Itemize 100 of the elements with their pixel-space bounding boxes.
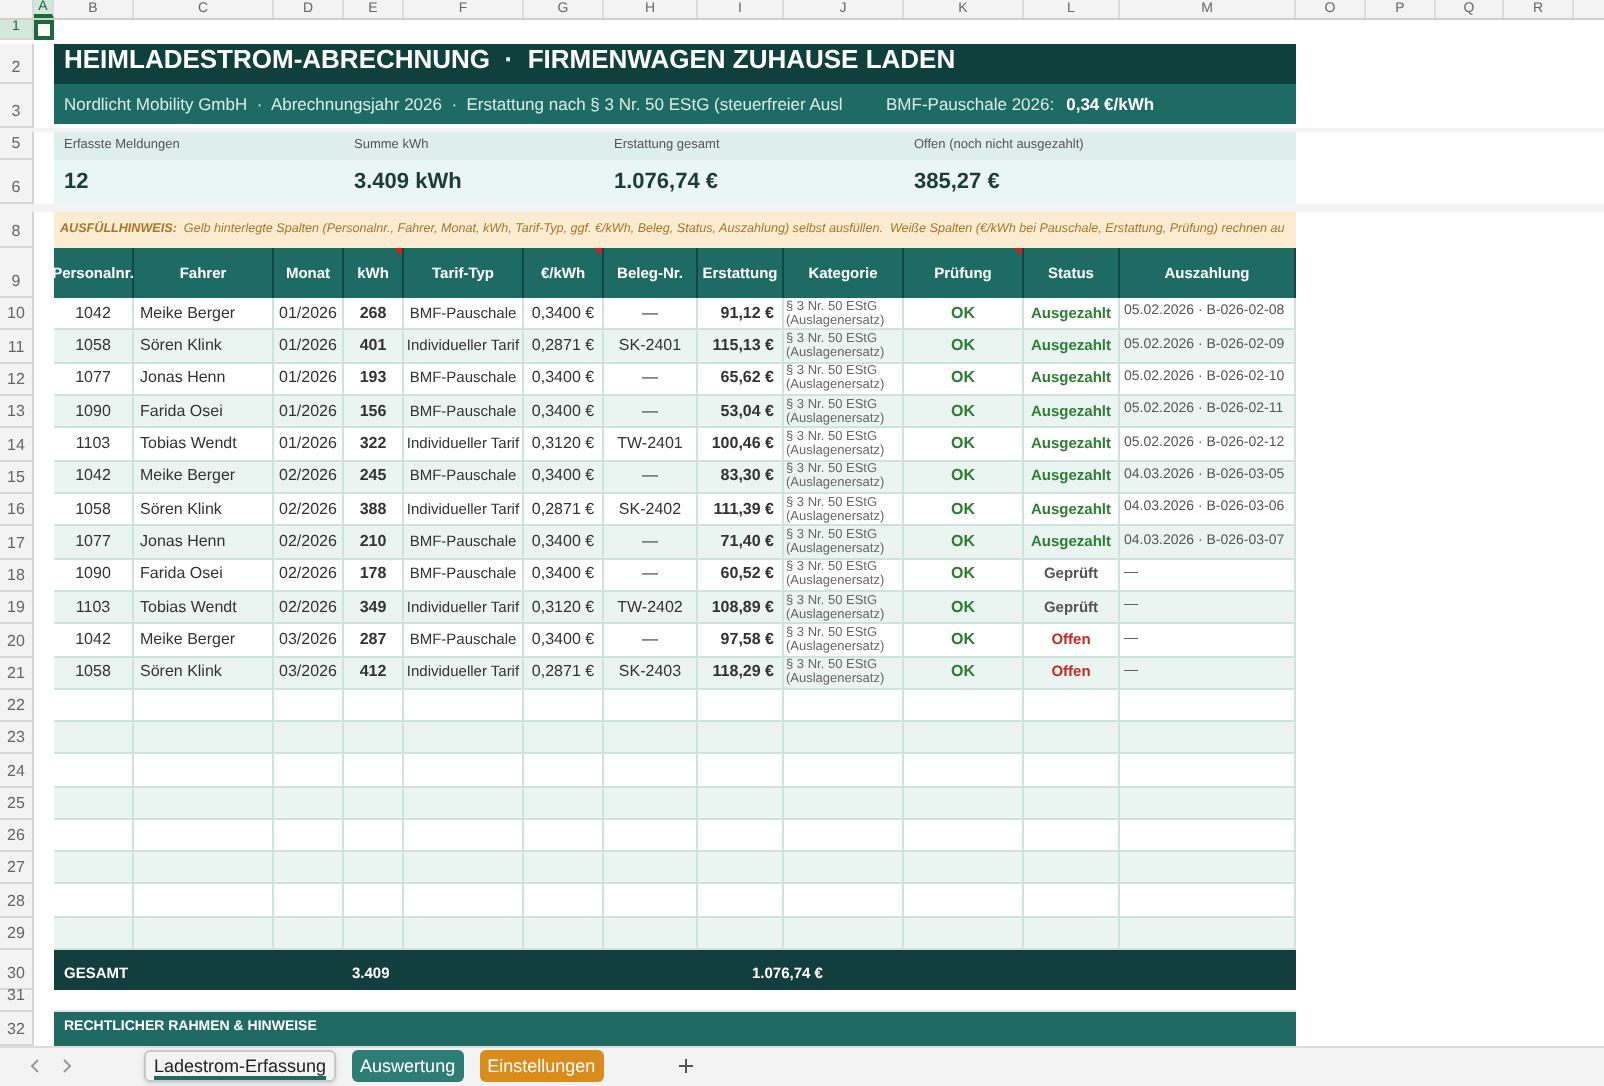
table-cell: 01/2026	[274, 298, 344, 331]
row-number[interactable]: 21	[0, 657, 34, 690]
previous-sheet-icon[interactable]	[28, 1058, 44, 1075]
row-number[interactable]: 15	[0, 461, 34, 494]
table-cell: 03/2026	[274, 624, 344, 658]
table-cell: 02/2026	[274, 526, 344, 560]
add-sheet-icon[interactable]	[677, 1058, 694, 1075]
table-cell: —	[604, 559, 698, 592]
row-number[interactable]: 19	[0, 591, 34, 625]
row-number[interactable]: 32	[0, 1011, 34, 1046]
table-cell: 1103	[54, 428, 134, 462]
sheet-tab[interactable]: Einstellungen	[479, 1050, 604, 1083]
table-cell: 0,3400 €	[524, 363, 604, 396]
table-cell: 60,52 €	[698, 559, 784, 592]
row-number[interactable]: 17	[0, 526, 34, 560]
table-cell: Sören Klink	[134, 657, 274, 690]
table-cell: 412	[344, 657, 404, 690]
table-cell: 1042	[54, 624, 134, 658]
table-cell: SK-2403	[604, 657, 698, 690]
table-cell: 108,89 €	[698, 591, 784, 625]
table-cell: 322	[344, 428, 404, 462]
table-cell: —	[604, 461, 698, 494]
row-number[interactable]: 26	[0, 819, 34, 853]
row-number[interactable]: 14	[0, 428, 34, 462]
row-number[interactable]: 18	[0, 559, 34, 592]
table-cell: OK	[904, 395, 1024, 429]
table-cell: 1077	[54, 363, 134, 396]
table-cell: 01/2026	[274, 363, 344, 396]
row-number[interactable]: 5	[0, 132, 34, 160]
table-cell: —	[604, 526, 698, 560]
table-cell: 287	[344, 624, 404, 658]
table-cell: Jonas Henn	[134, 526, 274, 560]
table-cell: Meike Berger	[134, 624, 274, 658]
subtitle: Nordlicht Mobility GmbH · Abrechnungsjahr 2026 · Erstattung nach § 3 Nr. 50 EStG (steuerfreier Ausl	[64, 91, 845, 117]
table-cell: Sören Klink	[134, 330, 274, 364]
row-number[interactable]: 12	[0, 363, 34, 396]
table-cell: Meike Berger	[134, 298, 274, 331]
row-number[interactable]: 10	[0, 298, 34, 331]
table-cell: 0,3120 €	[524, 428, 604, 462]
table-cell: —	[604, 298, 698, 331]
row-number[interactable]: 11	[0, 330, 34, 364]
row-number[interactable]: 30	[0, 949, 34, 990]
next-sheet-icon[interactable]	[58, 1058, 74, 1075]
table-cell: 401	[344, 330, 404, 364]
row-number[interactable]: 22	[0, 689, 34, 723]
table-cell: 193	[344, 363, 404, 396]
row-number[interactable]: 29	[0, 917, 34, 950]
row-number[interactable]: 25	[0, 787, 34, 820]
table-cell: 388	[344, 493, 404, 527]
table-cell: —	[604, 624, 698, 658]
table-cell: 71,40 €	[698, 526, 784, 560]
table-cell: Farida Osei	[134, 395, 274, 429]
row-number[interactable]: 23	[0, 722, 34, 755]
row-number[interactable]: 28	[0, 884, 34, 918]
table-cell: 111,39 €	[698, 493, 784, 527]
rate-value: 0,34 €/kWh	[1066, 91, 1155, 117]
row-number[interactable]: 2	[0, 44, 34, 84]
row-number[interactable]: 16	[0, 493, 34, 527]
table-cell: 91,12 €	[698, 298, 784, 331]
row-number[interactable]: 27	[0, 852, 34, 885]
row-number[interactable]: 24	[0, 754, 34, 788]
table-cell: TW-2402	[604, 591, 698, 625]
table-cell: OK	[904, 559, 1024, 592]
table-cell: 02/2026	[274, 493, 344, 527]
table-cell: 1058	[54, 657, 134, 690]
table-cell: OK	[904, 330, 1024, 364]
sheet-tab[interactable]: Ladestrom-Erfassung	[144, 1050, 337, 1083]
table-cell: —	[604, 395, 698, 429]
table-cell: 0,3400 €	[524, 461, 604, 494]
table-cell: OK	[904, 493, 1024, 527]
sheet-title: HEIMLADESTROM-ABRECHNUNG · FIRMENWAGEN ZUHAUSE LADEN	[64, 41, 956, 77]
table-cell: 349	[344, 591, 404, 625]
table-cell: 83,30 €	[698, 461, 784, 494]
table-cell: OK	[904, 591, 1024, 625]
table-cell: 1090	[54, 559, 134, 592]
table-cell: 1042	[54, 298, 134, 331]
row-number[interactable]: 6	[0, 160, 34, 204]
table-cell: Meike Berger	[134, 461, 274, 494]
row-number[interactable]: 20	[0, 624, 34, 658]
cell[interactable]	[34, 20, 54, 40]
table-cell: 0,3400 €	[524, 298, 604, 331]
kpi-value: 385,27 €	[914, 167, 1000, 198]
table-cell: 0,3400 €	[524, 624, 604, 658]
row-number[interactable]: 3	[0, 84, 34, 128]
row-number[interactable]: 31	[0, 989, 34, 1012]
table-cell: 1058	[54, 493, 134, 527]
row-number[interactable]: 13	[0, 395, 34, 429]
table-cell: 01/2026	[274, 330, 344, 364]
table-cell: 0,2871 €	[524, 493, 604, 527]
table-cell: 156	[344, 395, 404, 429]
table-cell: 178	[344, 559, 404, 592]
table-cell: TW-2401	[604, 428, 698, 462]
table-cell: 245	[344, 461, 404, 494]
row-number[interactable]: 9	[0, 248, 34, 298]
sheet-tab[interactable]: Auswertung	[352, 1050, 464, 1083]
row-number[interactable]: 8	[0, 212, 34, 248]
table-cell: 1042	[54, 461, 134, 494]
table-cell: 210	[344, 526, 404, 560]
table-cell: OK	[904, 526, 1024, 560]
table-cell: 0,3120 €	[524, 591, 604, 625]
